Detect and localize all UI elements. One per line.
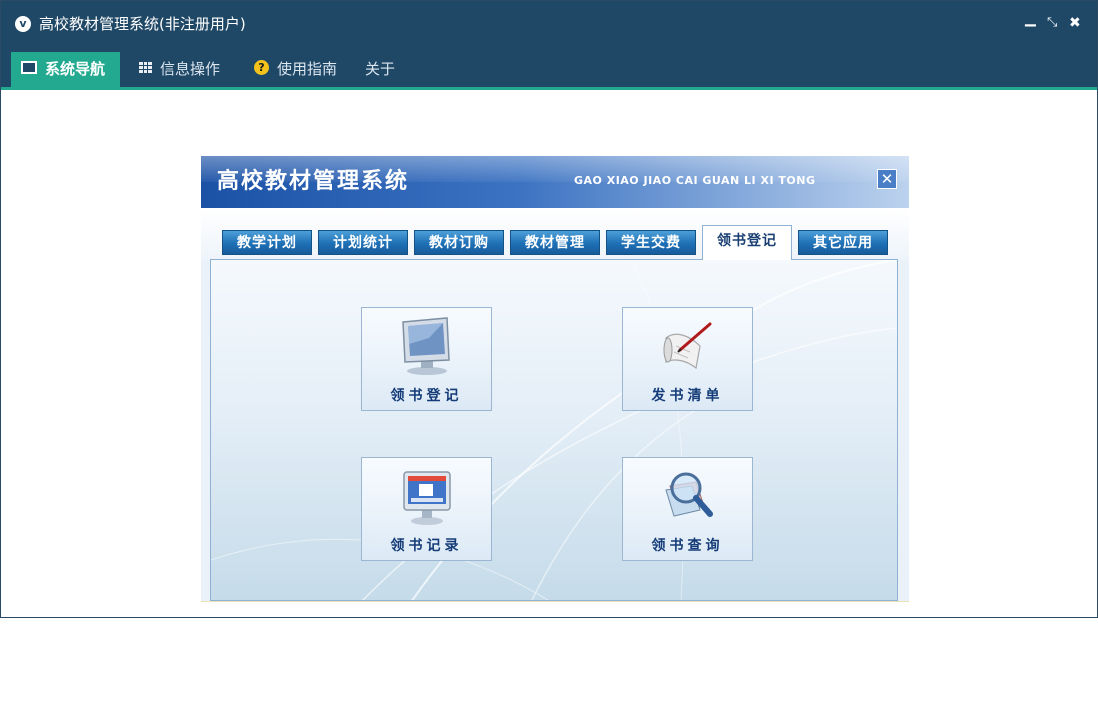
tab-plan-stats[interactable]: 计划统计 [318,230,408,255]
help-icon: ? [254,60,269,75]
menu-item-label: 系统导航 [45,60,106,78]
feature-label: 领书记录 [390,538,463,554]
tab-teaching-plan[interactable]: 教学计划 [222,230,312,255]
panel-title: 高校教材管理系统 [217,169,410,194]
monitor-window-icon [403,471,451,525]
menu-item-label: 使用指南 [277,60,338,78]
content-area: 领书登记 发书清单 领书记录 领书查询 [210,259,898,601]
pickup-query-button[interactable]: 领书查询 [622,457,753,561]
app-window: v 高校教材管理系统(非注册用户) ▁ ⤡ ✖ 系统导航 信息操作 ? 使用指南 … [0,0,1098,618]
app-logo-icon: v [15,16,31,32]
window-title: 高校教材管理系统(非注册用户) [39,15,246,33]
tab-student-fee[interactable]: 学生交费 [606,230,696,255]
menu-item-info-ops[interactable]: 信息操作 [129,52,235,87]
menu-item-about[interactable]: 关于 [355,52,407,87]
book-pickup-register-button[interactable]: 领书登记 [361,307,492,411]
panel-subtitle: GAO XIAO JIAO CAI GUAN LI XI TONG [574,174,816,187]
panel-close-button[interactable]: ✕ [877,169,897,189]
feature-label: 领书登记 [390,388,463,404]
issue-list-button[interactable]: 发书清单 [622,307,753,411]
restore-icon[interactable]: ⤡ [1047,13,1057,33]
scroll-pen-icon [663,322,712,370]
menu-item-label: 信息操作 [160,60,221,78]
grid-icon [139,62,152,73]
monitor-icon [21,61,37,74]
pickup-records-button[interactable]: 领书记录 [361,457,492,561]
tab-strip: 教学计划 计划统计 教材订购 教材管理 学生交费 领书登记 其它应用 [201,208,909,260]
title-bar: v 高校教材管理系统(非注册用户) ▁ ⤡ ✖ [1,1,1097,47]
menu-item-label: 关于 [365,60,396,78]
panel-bottom-strip [201,601,909,611]
tab-other-apps[interactable]: 其它应用 [798,230,888,255]
feature-label: 领书查询 [651,538,724,554]
computer-monitor-icon [402,317,450,375]
background-swirl [211,260,897,600]
menu-bar: 系统导航 信息操作 ? 使用指南 关于 [1,47,1097,90]
tab-book-pickup[interactable]: 领书登记 [702,225,792,260]
panel-header: 高校教材管理系统 GAO XIAO JIAO CAI GUAN LI XI TO… [201,156,909,208]
menu-item-guide[interactable]: ? 使用指南 [244,52,352,87]
main-panel: 高校教材管理系统 GAO XIAO JIAO CAI GUAN LI XI TO… [201,156,909,611]
feature-label: 发书清单 [651,388,724,404]
minimize-icon[interactable]: ▁ [1025,9,1036,29]
tab-book-order[interactable]: 教材订购 [414,230,504,255]
magnifier-icon [665,472,713,517]
menu-item-system-nav[interactable]: 系统导航 [11,52,120,87]
tab-book-manage[interactable]: 教材管理 [510,230,600,255]
close-icon[interactable]: ✖ [1069,13,1081,33]
